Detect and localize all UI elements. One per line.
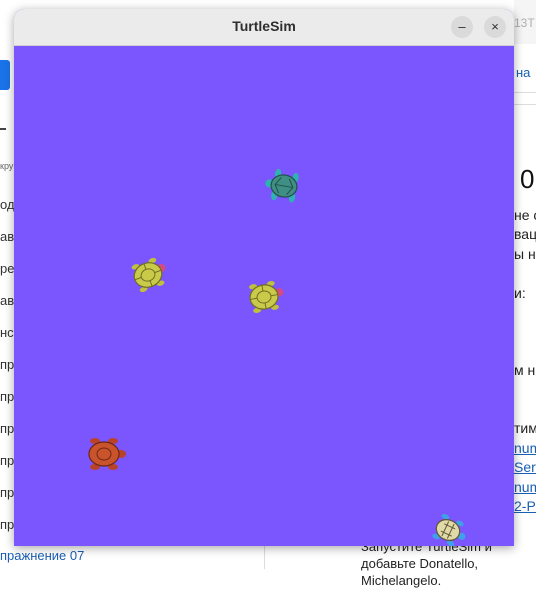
turtle-teal (265, 168, 299, 203)
turtle-red-icon (88, 438, 126, 470)
nav-item-fragment[interactable]: ре (0, 261, 14, 276)
paragraph-fragment: тим (514, 420, 536, 436)
nav-item-fragment[interactable]: пр (0, 389, 14, 404)
collapse-dash-icon (0, 128, 6, 130)
minimize-button[interactable]: – (451, 16, 473, 38)
turtle-yellow-left-icon (131, 257, 166, 293)
left-navigation-sidebar: кру од ав ре ав нс пр пр пр пр пр пр (0, 0, 14, 569)
turtle-cream-icon (432, 513, 466, 546)
turtle-yellow-center-icon (249, 281, 284, 313)
nav-item-fragment[interactable]: кру (0, 161, 14, 171)
nav-item-fragment[interactable]: пр (0, 517, 14, 532)
turtle-cream (432, 513, 466, 546)
paragraph-fragment: м н (514, 362, 536, 378)
content-link[interactable]: Serv (514, 459, 536, 475)
turtle-yellow-left (131, 257, 166, 293)
window-titlebar[interactable]: TurtleSim – × (14, 9, 514, 46)
turtle-red (88, 438, 126, 470)
nav-item-fragment[interactable]: пр (0, 453, 14, 468)
content-link[interactable]: num (514, 440, 536, 456)
nav-item-fragment[interactable]: ав (0, 293, 14, 308)
paragraph-fragment: не с (514, 207, 536, 223)
turtle-yellow-center (249, 281, 284, 313)
content-link[interactable]: 2-Pa (514, 498, 536, 514)
paragraph-fragment: ы н (514, 246, 536, 262)
turtle-teal-icon (265, 168, 299, 203)
turtlesim-window[interactable]: TurtleSim – × (14, 9, 514, 546)
turtlesim-canvas (14, 46, 514, 546)
top-right-link[interactable]: на (516, 65, 530, 80)
sidebar-divider (264, 546, 265, 569)
divider (514, 92, 536, 93)
divider (514, 104, 536, 105)
nav-item-fragment[interactable]: нс (0, 325, 14, 340)
browser-tab-fragment[interactable]: 13T (514, 16, 535, 30)
paragraph-fragment: и: (514, 285, 526, 301)
nav-item-fragment[interactable]: од (0, 197, 14, 212)
paragraph-fragment: вац (514, 226, 536, 242)
nav-item-fragment[interactable]: пр (0, 357, 14, 372)
nav-item-active[interactable]: пражнение 07 (0, 548, 84, 563)
content-link[interactable]: num (514, 479, 536, 495)
close-button[interactable]: × (484, 16, 506, 38)
page-content-right-edge: 13T на 0 не с вац ы н и: м н тим num Ser… (514, 0, 536, 569)
window-title: TurtleSim (232, 18, 296, 34)
browser-tab-bar: 13T (514, 0, 536, 44)
page-heading-fragment: 0 (520, 164, 535, 194)
nav-item-fragment[interactable]: ав (0, 229, 14, 244)
nav-item-fragment[interactable]: пр (0, 485, 14, 500)
nav-item-fragment[interactable]: пр (0, 421, 14, 436)
document-icon[interactable] (0, 60, 10, 90)
